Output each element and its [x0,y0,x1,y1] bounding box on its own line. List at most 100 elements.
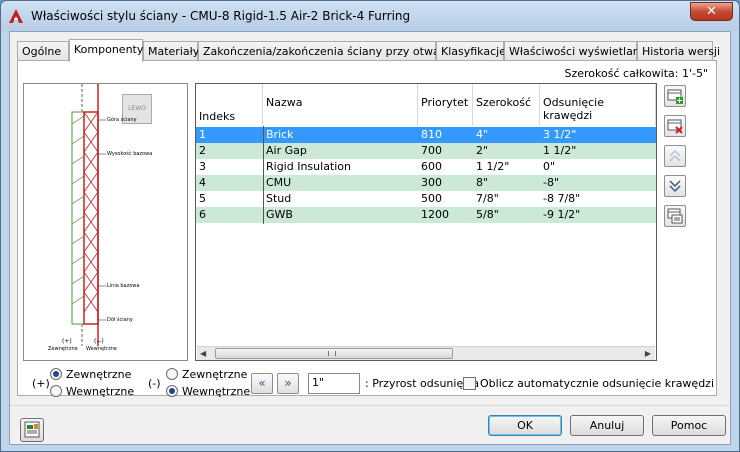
table-row[interactable]: 5 Stud 500 7/8" -8 7/8" [196,191,656,207]
dialog-window: Właściwości stylu ściany - CMU-8 Rigid-1… [0,0,740,452]
row-priority: 700 [421,144,442,157]
help-button[interactable]: Pomoc [652,415,726,436]
dialog-client-area: Ogólne Komponenty Materiały Zakończenia/… [9,31,731,445]
scroll-right-icon[interactable]: ▶ [645,349,651,358]
row-priority: 600 [421,160,442,173]
move-down-button[interactable] [664,175,686,197]
row-index: 5 [199,192,206,205]
close-button[interactable]: ✕ [690,2,733,21]
row-width: 5/8" [476,208,499,221]
components-panel: Szerokość całkowita: 1'-5" LEWO Góra ści… [17,60,717,396]
row-index: 6 [199,208,206,221]
horizontal-scrollbar[interactable]: ◀ ▶ [197,346,655,360]
plus-sign-label: (+) [32,377,50,390]
offset-increase-button[interactable]: » [277,373,299,394]
minus-interior-label[interactable]: Wewnętrzne [182,385,250,398]
thumb-grip-icon [328,351,336,356]
table-row[interactable]: 1 Brick 810 4" 3 1/2" [196,127,656,143]
column-header-index[interactable]: Indeks [196,84,263,126]
row-offset: -8" [543,176,560,189]
row-offset: -8 7/8" [543,192,581,205]
scrollbar-thumb[interactable] [215,348,453,359]
wall-top-label: Góra ściany [107,117,137,123]
auto-offset-label[interactable]: Oblicz automatycznie odsunięcie krawędzi [480,377,714,390]
row-name: Stud [266,192,292,205]
row-name: GWB [266,208,293,221]
row-width: 4" [476,128,489,141]
row-name: Air Gap [266,144,307,157]
table-row[interactable]: 6 GWB 1200 5/8" -9 1/2" [196,207,656,223]
ok-button[interactable]: OK [488,415,562,436]
column-header-edge-offset[interactable]: Odsunięcie krawędzi [540,84,656,126]
tab-endcaps[interactable]: Zakończenia/zakończenia ściany przy otwa… [198,41,460,61]
move-up-icon [669,149,681,162]
offset-increment-label: : Przyrost odsunięcia [365,377,480,390]
tab-classifications[interactable]: Klasyfikacje [436,41,506,61]
column-header-priority[interactable]: Priorytet [418,84,473,126]
wall-section-drawing [71,84,106,346]
cancel-button[interactable]: Anuluj [570,415,644,436]
tab-materials[interactable]: Materiały [143,41,199,61]
tab-display-properties[interactable]: Właściwości wyświetlania [504,41,650,61]
double-right-icon: » [284,376,292,390]
wall-preview: LEWO Góra ściany Wysokość bazowa Linia b… [23,83,188,361]
component-list-icon [667,208,683,224]
row-priority: 500 [421,192,442,205]
row-name: Brick [266,128,294,141]
autocad-app-icon [9,9,23,23]
delete-component-icon [667,119,683,134]
minus-exterior-label[interactable]: Zewnętrzne [182,368,247,381]
interior-side-label: Wewnętrzne [86,346,117,352]
auto-offset-checkbox[interactable] [463,377,476,390]
baseline-label: Linia bazowa [107,283,140,289]
minus-exterior-radio[interactable] [166,368,178,380]
tab-general[interactable]: Ogólne [17,41,69,61]
total-width-label: Szerokość całkowita: 1'-5" [564,67,709,80]
tab-components[interactable]: Komponenty [69,39,143,62]
offset-decrease-button[interactable]: « [251,373,273,394]
move-down-icon [669,180,681,193]
row-priority: 1200 [421,208,449,221]
row-index: 1 [199,128,206,141]
row-offset: 1 1/2" [543,144,577,157]
interior-sign-label: (−) [94,338,104,345]
row-priority: 810 [421,128,442,141]
table-row[interactable]: 4 CMU 300 8" -8" [196,175,656,191]
plus-interior-radio[interactable] [50,385,62,397]
plus-exterior-label[interactable]: Zewnętrzne [66,368,131,381]
base-height-label: Wysokość bazowa [107,151,153,157]
scroll-left-icon[interactable]: ◀ [200,349,206,358]
style-browser-icon [24,421,40,438]
table-row[interactable]: 3 Rigid Insulation 600 1 1/2" 0" [196,159,656,175]
plus-interior-label[interactable]: Wewnętrzne [66,385,134,398]
footer-divider [10,405,730,406]
title-bar[interactable]: Właściwości stylu ściany - CMU-8 Rigid-1… [1,1,739,31]
row-name: CMU [266,176,292,189]
delete-component-button[interactable] [664,115,686,137]
column-header-name[interactable]: Nazwa [263,84,418,126]
row-offset: 0" [543,160,556,173]
style-browser-button[interactable] [20,418,44,442]
tab-version-history[interactable]: Historia wersji [637,41,720,61]
add-component-button[interactable] [664,85,686,107]
exterior-side-label: Zewnętrzne [48,346,78,352]
component-list-button[interactable] [664,205,686,227]
row-width: 2" [476,144,489,157]
row-name: Rigid Insulation [266,160,352,173]
components-table[interactable]: Indeks Nazwa Priorytet Szerokość Odsunię… [195,83,657,361]
row-index: 2 [199,144,206,157]
index-column-separator [263,126,264,224]
window-title: Właściwości stylu ściany - CMU-8 Rigid-1… [31,9,411,23]
minus-sign-label: (-) [148,377,161,390]
minus-interior-radio[interactable] [166,385,178,397]
double-left-icon: « [258,376,266,390]
row-offset: -9 1/2" [543,208,581,221]
move-up-button[interactable] [664,145,686,167]
table-row[interactable]: 2 Air Gap 700 2" 1 1/2" [196,143,656,159]
column-header-width[interactable]: Szerokość [473,84,540,126]
offset-increment-input[interactable]: 1" [308,373,360,394]
row-width: 8" [476,176,489,189]
plus-exterior-radio[interactable] [50,368,62,380]
wall-bottom-label: Dół ściany [107,317,133,323]
row-offset: 3 1/2" [543,128,577,141]
